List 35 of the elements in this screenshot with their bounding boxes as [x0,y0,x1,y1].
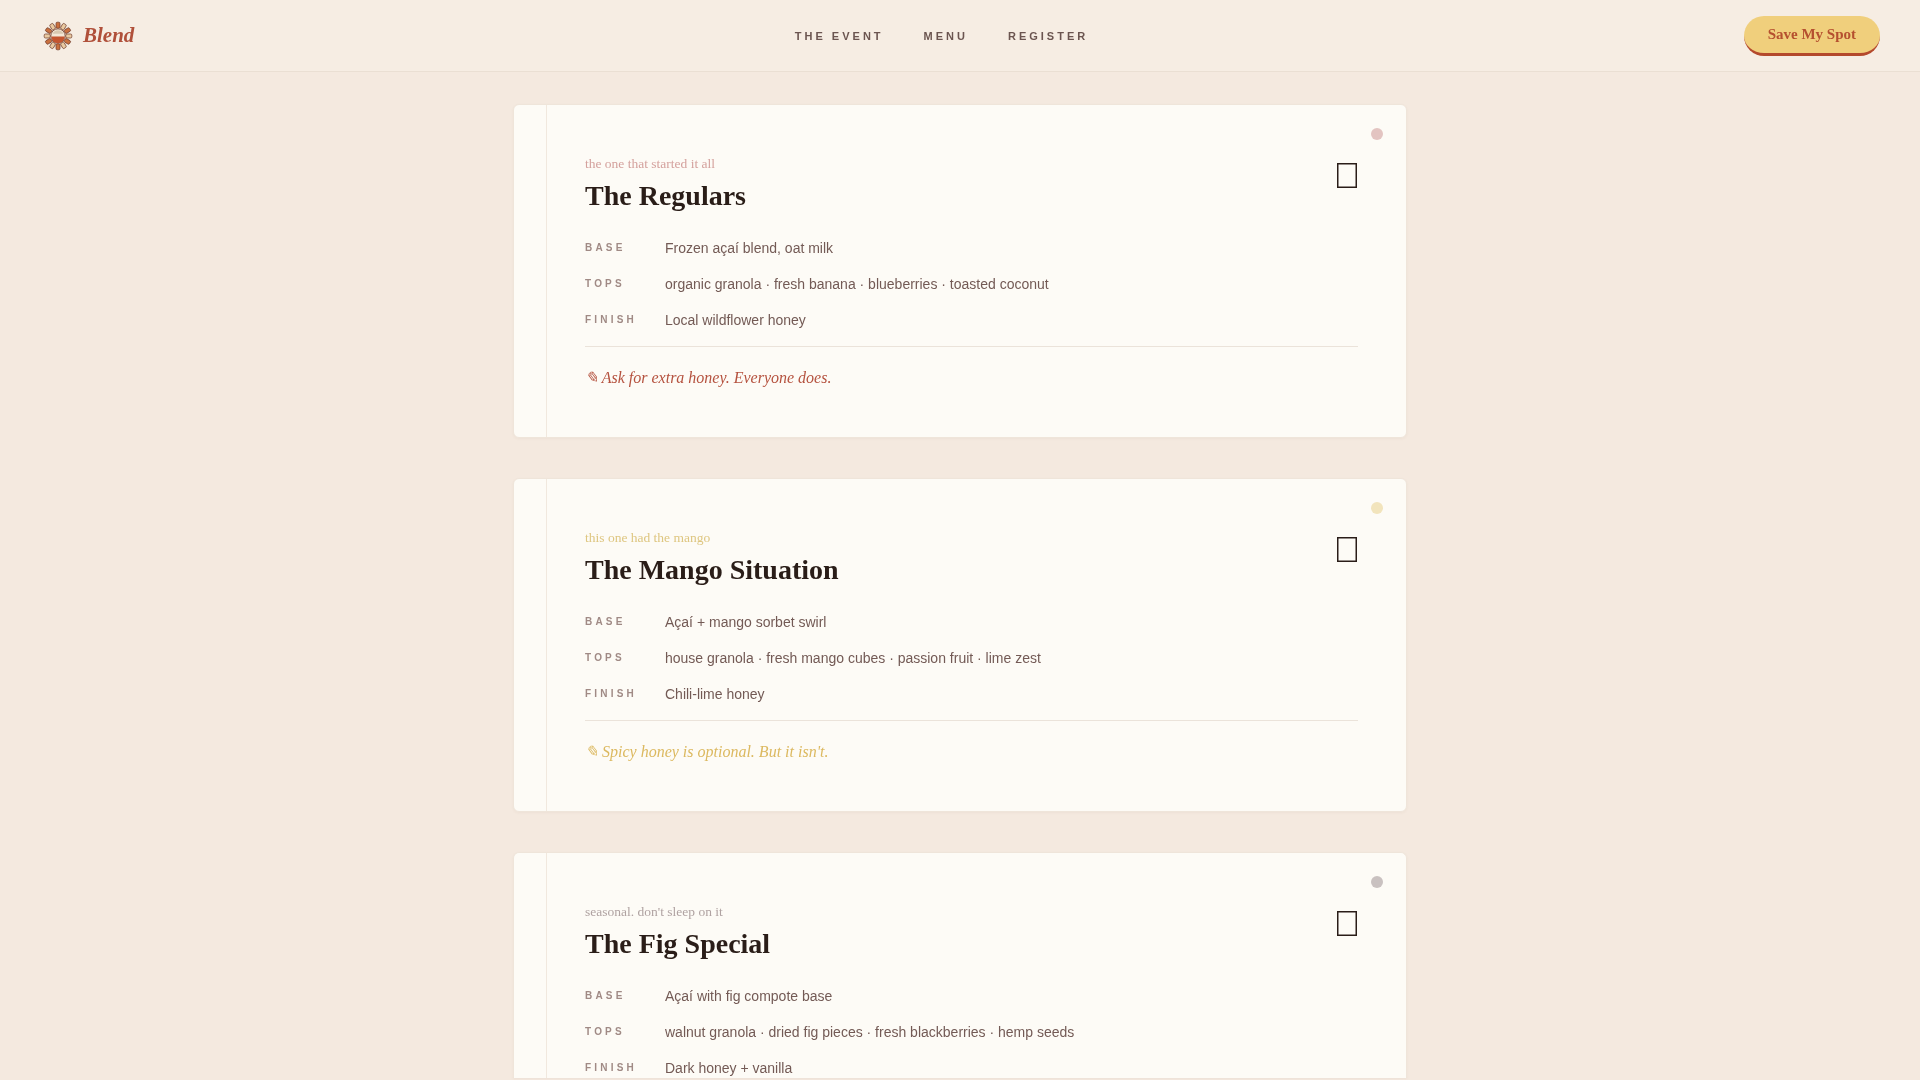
nav-link[interactable]: THE EVENT [794,29,884,42]
row-value: organic granola · fresh banana · blueberries · toasted coconut [665,275,1049,294]
row-label: FINISH [585,1061,638,1075]
outline-box-icon [1337,163,1357,188]
card-note: ✎ Ask for extra honey. Everyone does. [585,368,833,389]
card-note: ✎ Spicy honey is optional. But it isn't. [585,742,830,763]
brand-name[interactable]: Blend [83,23,135,48]
nav-link[interactable]: REGISTER [1007,29,1089,42]
row-label: FINISH [585,687,638,701]
row-label: BASE [585,241,627,255]
row-value: Açaí with fig compote base [665,987,833,1006]
row-value: Chili-lime honey [665,685,765,704]
row-label: FINISH [585,313,638,327]
row-value: Açaí + mango sorbet swirl [665,613,827,632]
row-label: BASE [585,989,627,1003]
card-tagline: seasonal. don't sleep on it [585,903,724,921]
row-label: TOPS [585,651,626,665]
row-value: Frozen açaí blend, oat milk [665,239,834,258]
card-title: The Fig Special [585,927,771,961]
logo-icon[interactable] [43,20,73,51]
outline-box-icon [1337,537,1357,562]
row-value: house granola · fresh mango cubes · passion fruit · lime zest [665,649,1041,668]
nav-link[interactable]: MENU [923,29,968,42]
card-title: The Regulars [585,179,746,213]
row-label: TOPS [585,277,626,291]
row-label: TOPS [585,1025,626,1039]
row-value: walnut granola · dried fig pieces · fresh blackberries · hemp seeds [665,1023,1075,1042]
card-tagline: the one that started it all [585,155,717,173]
row-value: Dark honey + vanilla [665,1059,793,1078]
card-tagline: this one had the mango [585,529,712,547]
row-label: BASE [585,615,627,629]
save-spot-button[interactable]: Save My Spot [1743,15,1880,56]
outline-box-icon [1337,911,1357,936]
row-value: Local wildflower honey [665,311,806,330]
card-title: The Mango Situation [585,553,839,587]
